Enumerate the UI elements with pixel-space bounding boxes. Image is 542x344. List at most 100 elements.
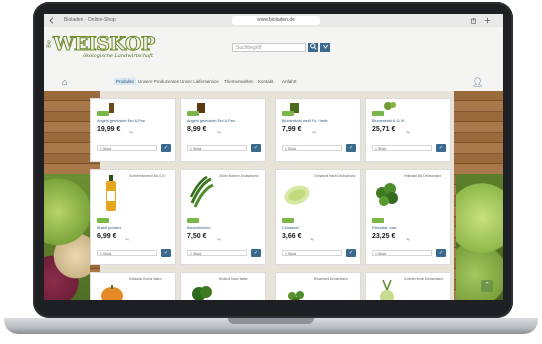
laptop-hinge-notch	[228, 318, 314, 324]
chevron-down-icon	[322, 44, 328, 49]
nav-item-themenwelten[interactable]: Themenwelten	[224, 78, 254, 85]
browser-tab-title[interactable]: Bioladen · Online-Shop	[64, 16, 116, 25]
product-description: Rosenkohl Deutschland	[314, 277, 348, 281]
scroll-to-top-button[interactable]: ⌃	[481, 280, 493, 292]
add-to-cart-button[interactable]: ✓	[436, 249, 446, 257]
product-card[interactable]: Brokkoli frisch Italien	[180, 272, 266, 300]
bio-badge	[372, 111, 384, 116]
bio-badge	[187, 218, 199, 223]
product-name[interactable]: Blumenkohl 6 11 IK	[372, 119, 444, 123]
search-input[interactable]: Suchbegriff	[232, 43, 306, 52]
quantity-select[interactable]: 1 Stück	[372, 250, 432, 256]
product-name[interactable]: Angeln gemüsiert Erd & Pan	[97, 119, 169, 123]
price-unit: /kg	[217, 237, 222, 241]
quantity-select[interactable]: 1 Stück	[282, 250, 342, 256]
quantity-select[interactable]: 1 Stück	[97, 250, 157, 256]
main-navigation: ⌂ Produkte Unsere Produzenten Unser Lief…	[44, 73, 503, 92]
bio-badge	[282, 218, 294, 223]
product-price: 7,50 €	[187, 233, 207, 240]
product-price: 6,99 €	[97, 233, 117, 240]
bio-badge	[282, 111, 294, 116]
bio-badge	[187, 111, 199, 116]
product-card[interactable]: Blumenkohl weiß Fo / Italie 7,99 € /kg 1…	[275, 98, 361, 162]
chevron-up-icon: ⌃	[484, 282, 490, 289]
product-description: Feldsalat Bio Deutschland	[404, 174, 442, 178]
price-unit: /kg	[310, 237, 315, 241]
add-to-cart-button[interactable]: ✓	[346, 249, 356, 257]
product-name[interactable]: Feldsalat, lose	[372, 226, 444, 230]
price-unit: /kg	[217, 130, 222, 134]
product-card[interactable]: Sonnenblumenöl Bio 0,5 l Bratöl probiert…	[90, 169, 176, 265]
share-icon[interactable]	[470, 17, 477, 24]
product-image-chinese-cabbage	[284, 185, 310, 205]
product-price: 8,99 €	[187, 126, 207, 133]
price-unit: /kg	[125, 237, 130, 241]
add-to-cart-button[interactable]: ✓	[161, 144, 171, 152]
browser-address-bar[interactable]: www.bioladen.de	[232, 16, 320, 25]
product-image-kohlrabi	[380, 279, 394, 300]
product-name[interactable]: Chinakohl	[282, 226, 354, 230]
bio-badge	[97, 111, 109, 116]
nav-item-produzenten[interactable]: Unsere Produzenten	[138, 78, 179, 85]
cart-icon: ✓	[253, 145, 259, 151]
logo-side-text: Bio	[46, 40, 53, 48]
product-name[interactable]: Bauchbohnen	[187, 226, 259, 230]
add-tab-icon[interactable]	[484, 17, 491, 24]
add-to-cart-button[interactable]: ✓	[346, 144, 356, 152]
product-card[interactable]: Blumenkohl 6 11 IK 25,71 € /kg 1 Stück ✓	[365, 98, 451, 162]
price-unit: /kg	[129, 130, 134, 134]
quantity-select[interactable]: 1 Stück	[97, 145, 157, 151]
quantity-select[interactable]: 1 Stück	[282, 145, 342, 151]
product-description: Hokkaido Kürbis Italien	[129, 277, 162, 281]
laptop-screen: Bioladen · Online-Shop www.bioladen.de B…	[44, 14, 503, 300]
nav-item-lieferservice[interactable]: Unser Lieferservice	[180, 78, 219, 85]
product-card[interactable]: Rosenkohl Deutschland	[275, 272, 361, 300]
product-description: Sonnenblumenöl Bio 0,5 l	[129, 174, 166, 178]
product-card[interactable]: Angeln gemüsiert Erd & Pan 8,99 € /kg 1 …	[180, 98, 266, 162]
home-icon[interactable]: ⌂	[62, 77, 67, 87]
quantity-select[interactable]: 1 Stück	[372, 145, 432, 151]
product-card[interactable]: Feldsalat Bio Deutschland Feldsalat, los…	[365, 169, 451, 265]
price-unit: /kg	[406, 237, 411, 241]
bio-badge	[372, 218, 384, 223]
quantity-select[interactable]: 1 Stück	[187, 145, 247, 151]
cart-icon: ✓	[163, 145, 169, 151]
product-name[interactable]: Blumenkohl weiß Fo / Italie	[282, 119, 354, 123]
cart-icon: ✓	[438, 145, 444, 151]
product-image-beans	[189, 175, 214, 208]
product-card[interactable]: Chinakohl frisch Deutschland Chinakohl 3…	[275, 169, 361, 265]
product-card[interactable]: Hokkaido Kürbis Italien	[90, 272, 176, 300]
product-name[interactable]: Angeln gemüsiert Erd & Pan	[187, 119, 259, 123]
add-to-cart-button[interactable]: ✓	[436, 144, 446, 152]
product-card[interactable]: Angeln gemüsiert Erd & Pan 19,99 € /kg 1…	[90, 98, 176, 162]
product-description: Chinakohl frisch Deutschland	[314, 174, 356, 178]
nav-item-kontakt[interactable]: Kontakt	[258, 78, 273, 85]
user-account-icon[interactable]: 👤︎	[472, 77, 483, 88]
back-icon[interactable]	[48, 17, 55, 24]
product-price: 3,66 €	[282, 233, 302, 240]
search-icon	[309, 43, 317, 50]
cart-icon: ✓	[348, 250, 354, 256]
product-price: 23,25 €	[372, 233, 396, 240]
cart-icon: ✓	[438, 250, 444, 256]
product-image-broccoli	[192, 286, 212, 300]
nav-item-produkte[interactable]: Produkte	[114, 78, 137, 85]
product-card[interactable]: Grüne Bohnen Deutschland Bauchbohnen 7,5…	[180, 169, 266, 265]
search-options-button[interactable]	[320, 43, 330, 52]
quantity-select[interactable]: 1 Stück	[187, 250, 247, 256]
add-to-cart-button[interactable]: ✓	[251, 144, 261, 152]
product-price: 7,99 €	[282, 126, 302, 133]
add-to-cart-button[interactable]: ✓	[251, 249, 261, 257]
price-unit: /kg	[312, 130, 317, 134]
vegetable-decoration-right	[456, 174, 503, 300]
nav-item-anfahrt[interactable]: Anfahrt	[282, 78, 297, 85]
bio-badge	[97, 218, 109, 223]
logo-tagline: ökologische Landwirtschaft	[83, 53, 154, 59]
add-to-cart-button[interactable]: ✓	[161, 249, 171, 257]
search-button[interactable]	[308, 43, 318, 52]
product-price: 25,71 €	[372, 126, 396, 133]
product-card[interactable]: Kohlrabi frisch Deutschland	[365, 272, 451, 300]
shop-logo[interactable]: Bio WEISKOP ökologische Landwirtschaft	[47, 33, 171, 61]
product-price: 19,99 €	[97, 126, 121, 133]
product-name[interactable]: Bratöl probiert	[97, 226, 169, 230]
